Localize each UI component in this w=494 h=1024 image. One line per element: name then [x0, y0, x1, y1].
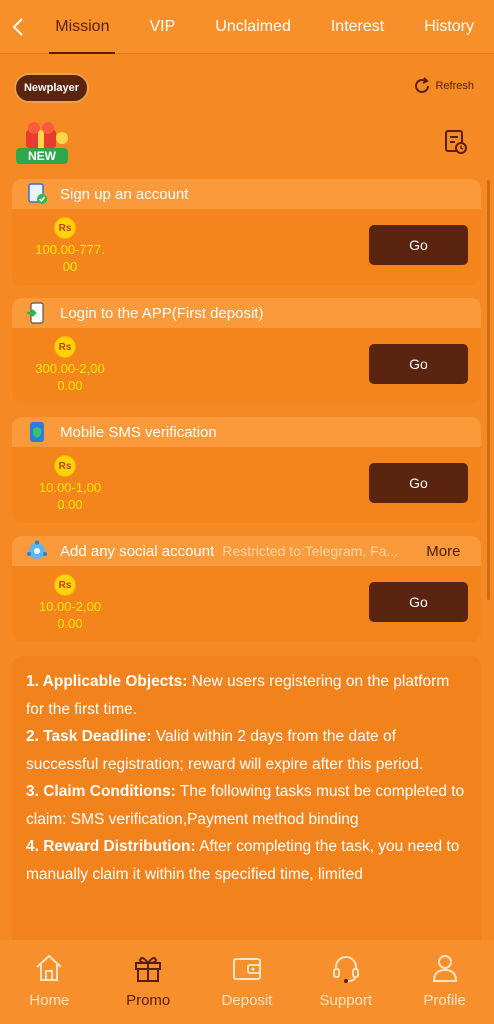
reward-amount: 300.00-2,00 0.00: [35, 361, 105, 393]
nav-label: Profile: [423, 992, 466, 1009]
tab-mission[interactable]: Mission: [35, 0, 129, 54]
gift-box-icon: [135, 957, 162, 982]
rule-item: 3. Claim Conditions: The following tasks…: [26, 783, 465, 828]
tab-interest[interactable]: Interest: [311, 0, 404, 54]
refresh-label: Refresh: [435, 80, 474, 92]
back-button[interactable]: [0, 0, 35, 54]
task-header: Sign up an account: [12, 179, 481, 209]
rule-item: 2. Task Deadline: Valid within 2 days fr…: [26, 728, 424, 773]
nav-profile[interactable]: Profile: [395, 940, 494, 1024]
task-title: Sign up an account: [60, 185, 189, 203]
task-card: Add any social account Restricted to:Tel…: [12, 536, 481, 642]
rupee-coin-icon: Rs: [54, 336, 76, 358]
rule-item: 4. Reward Distribution: After completing…: [26, 838, 460, 883]
task-title: Add any social account: [60, 542, 215, 560]
record-list-icon[interactable]: [444, 129, 468, 155]
rupee-coin-icon: Rs: [54, 455, 76, 477]
user-icon: [432, 955, 457, 982]
newplayer-filter-chip[interactable]: Newplayer: [14, 73, 89, 103]
scrollbar[interactable]: [487, 180, 490, 600]
reward-amount: 10.00-1,00 0.00: [38, 480, 102, 512]
phone-login-icon: [27, 302, 44, 324]
document-check-icon: [28, 183, 47, 204]
tab-unclaimed[interactable]: Unclaimed: [195, 0, 311, 54]
task-card: Mobile SMS verification Rs 10.00-1,00 0.0…: [12, 417, 481, 523]
bottom-nav: Home Promo Deposit Support Profile: [0, 940, 494, 1024]
go-button[interactable]: Go: [369, 344, 468, 384]
globe-icon: [27, 540, 47, 559]
nav-label: Deposit: [221, 992, 273, 1009]
tab-bar: Mission VIP Unclaimed Interest History: [35, 0, 494, 54]
tab-vip[interactable]: VIP: [129, 0, 195, 54]
task-header: Login to the APP(First deposit): [12, 298, 481, 328]
nav-promo[interactable]: Promo: [99, 940, 198, 1024]
wallet-icon: [232, 958, 261, 980]
task-body: Rs 100.00-777. 00 Go: [12, 209, 481, 285]
reward-amount: 10.00-2,00 0.00: [38, 599, 102, 631]
refresh-icon: [415, 77, 430, 93]
rupee-coin-icon: Rs: [54, 217, 76, 239]
chevron-left-icon: [12, 17, 23, 36]
phone-shield-icon: [30, 422, 44, 442]
nav-support[interactable]: Support: [296, 940, 395, 1024]
rupee-coin-icon: Rs: [54, 574, 76, 596]
nav-deposit[interactable]: Deposit: [198, 940, 297, 1024]
task-body: Rs 300.00-2,00 0.00 Go: [12, 328, 481, 404]
tab-history[interactable]: History: [404, 0, 494, 54]
headset-icon: [332, 956, 359, 983]
task-header: Add any social account Restricted to:Tel…: [12, 536, 481, 566]
new-gift-icon: NEW: [16, 122, 68, 164]
task-header: Mobile SMS verification: [12, 417, 481, 447]
top-bar: Mission VIP Unclaimed Interest History: [0, 0, 494, 54]
nav-label: Promo: [126, 992, 171, 1009]
nav-label: Support: [319, 992, 373, 1009]
more-link[interactable]: More: [426, 543, 460, 560]
task-body: Rs 10.00-2,00 0.00 Go: [12, 566, 481, 642]
reward-amount: 100.00-777. 00: [35, 242, 105, 274]
go-button[interactable]: Go: [369, 225, 468, 265]
task-body: Rs 10.00-1,00 0.00 Go: [12, 447, 481, 523]
nav-home[interactable]: Home: [0, 940, 99, 1024]
task-card: Login to the APP(First deposit) Rs 300.0…: [12, 298, 481, 404]
go-button[interactable]: Go: [369, 463, 468, 503]
gift-badge-text: NEW: [28, 149, 57, 163]
go-button[interactable]: Go: [369, 582, 468, 622]
home-icon: [36, 954, 63, 981]
task-title: Mobile SMS verification: [60, 423, 217, 441]
task-card: Sign up an account Rs 100.00-777. 00 Go: [12, 179, 481, 285]
refresh-button[interactable]: Refresh: [413, 77, 474, 95]
rule-item: 1. Applicable Objects: New users registe…: [26, 673, 450, 718]
rules-panel: 1. Applicable Objects: New users registe…: [12, 656, 481, 956]
nav-label: Home: [29, 992, 70, 1009]
task-restriction: Restricted to:Telegram, Fa...: [222, 543, 399, 559]
task-title: Login to the APP(First deposit): [60, 304, 264, 322]
